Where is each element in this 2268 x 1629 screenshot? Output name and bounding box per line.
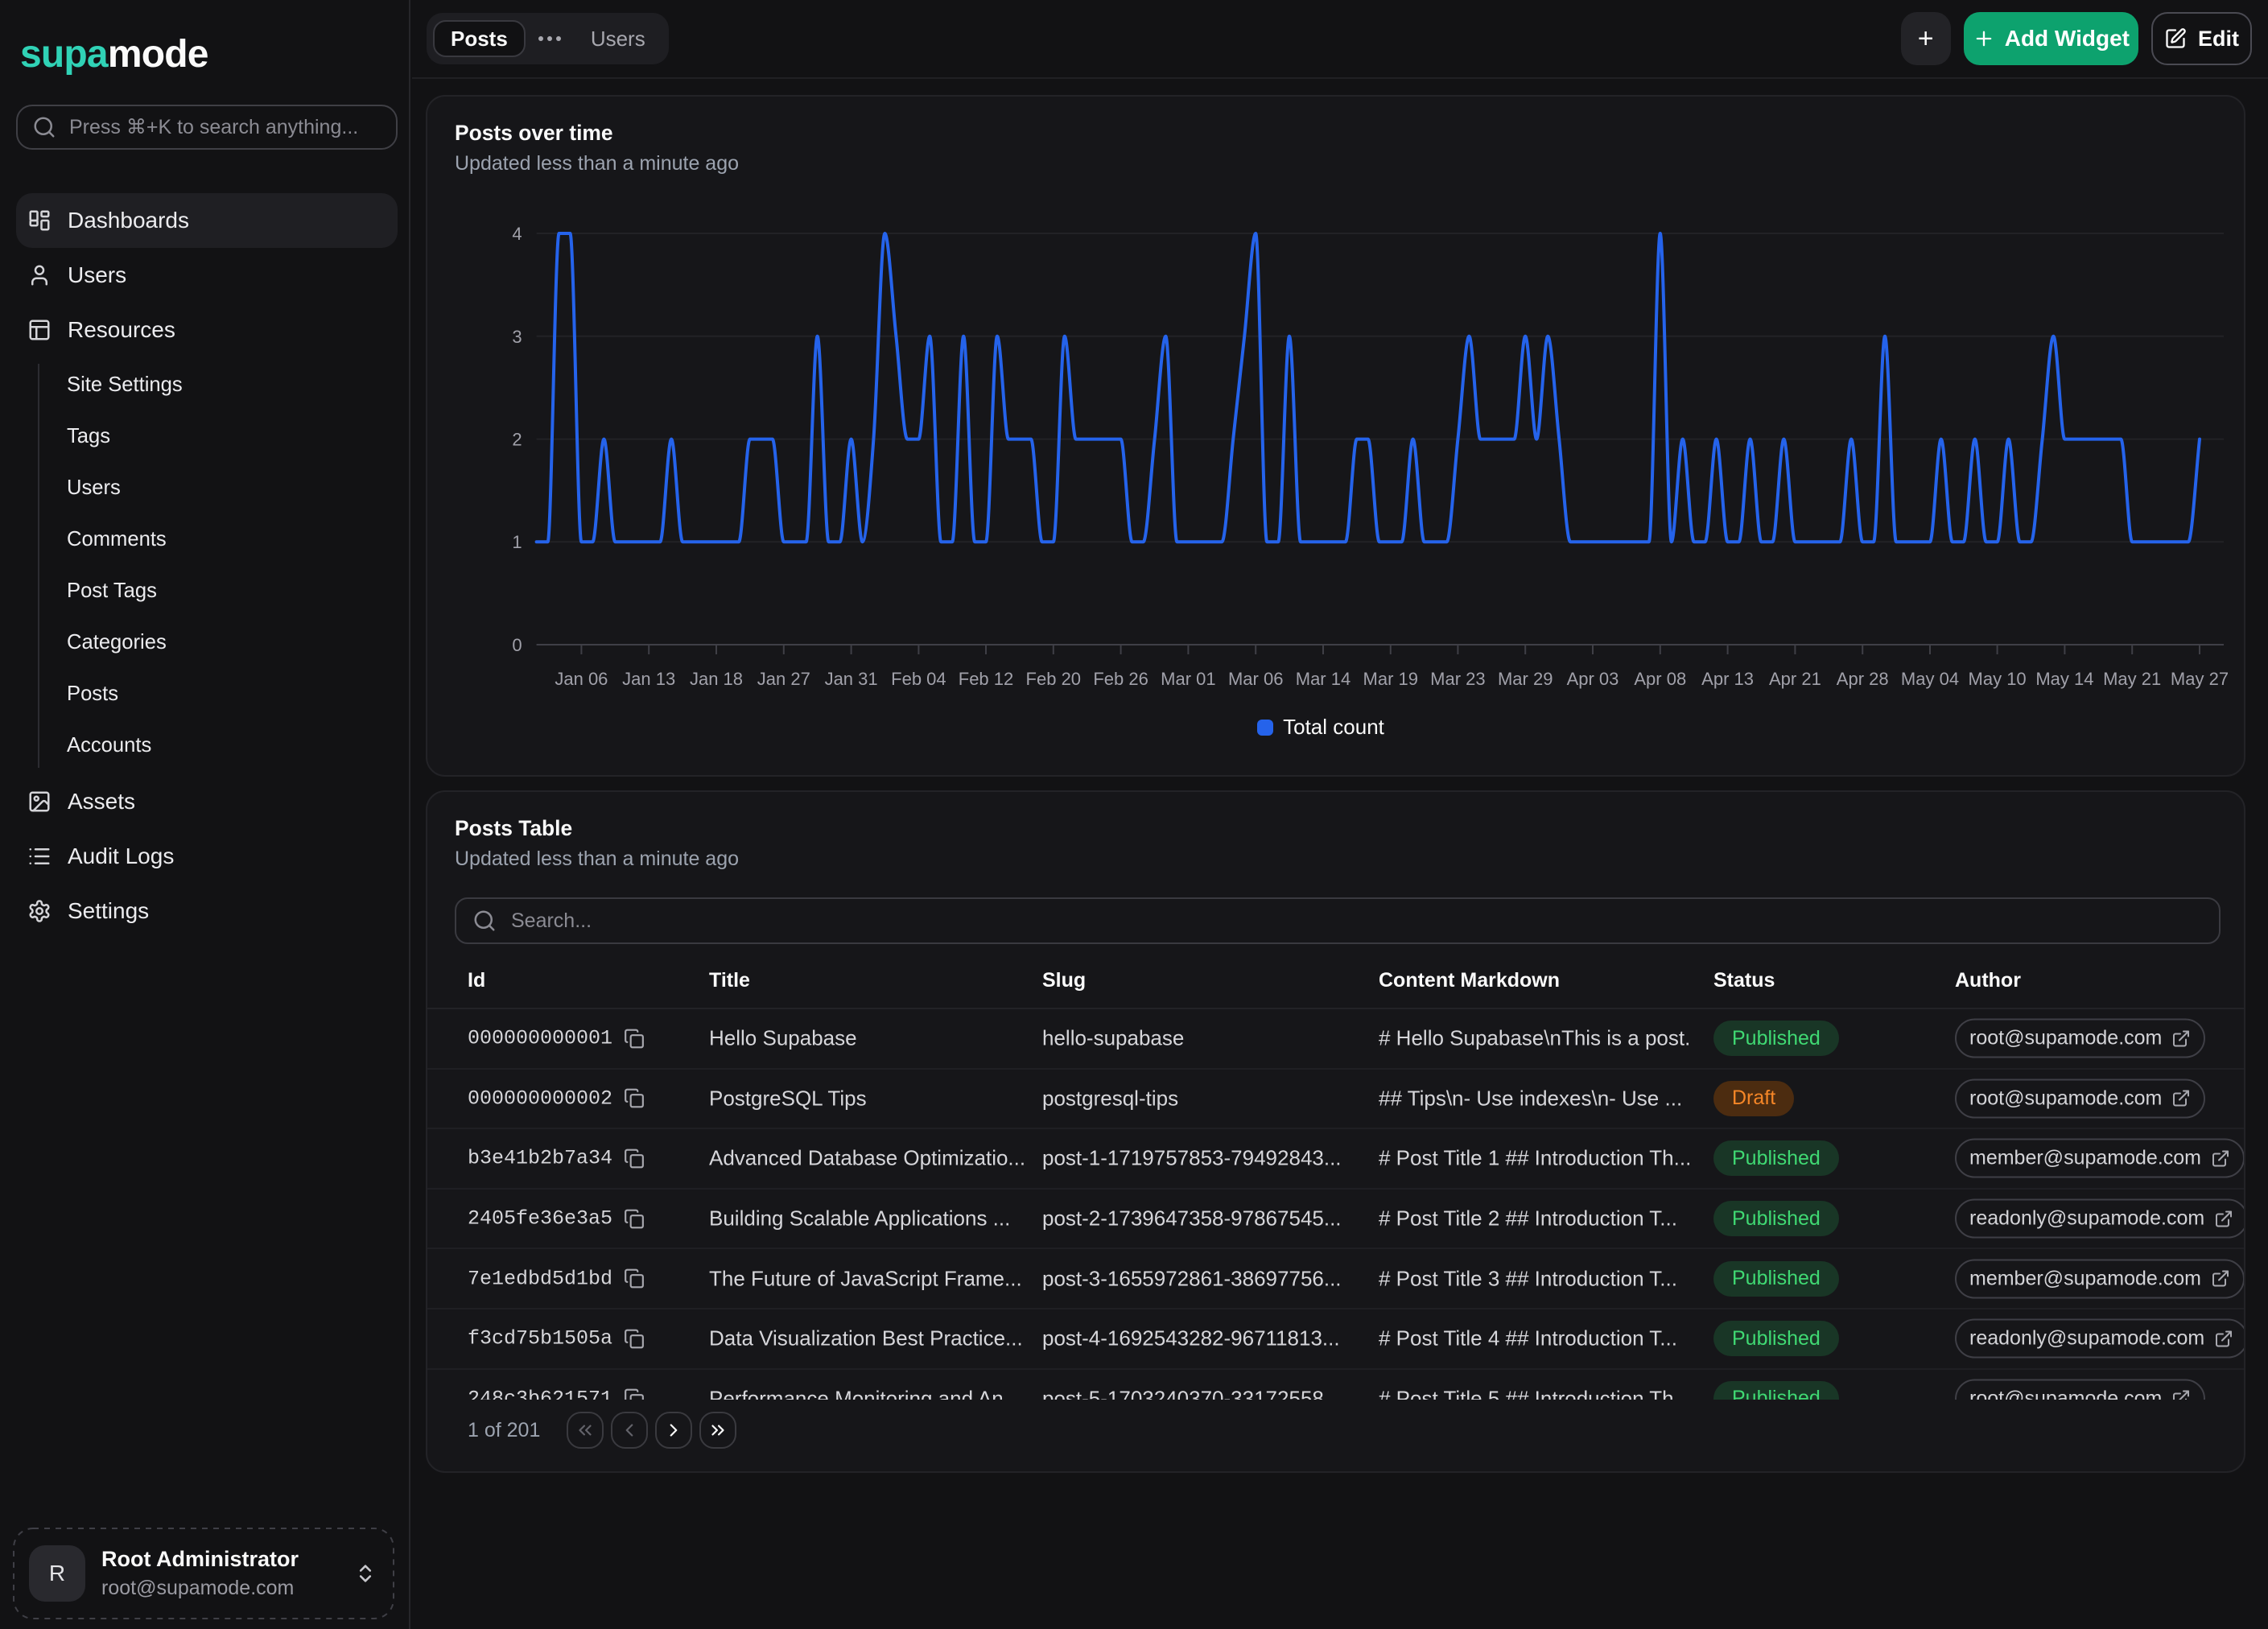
svg-text:Feb 20: Feb 20 (1026, 669, 1082, 689)
svg-text:May 10: May 10 (1969, 669, 2027, 689)
svg-text:Mar 01: Mar 01 (1161, 669, 1215, 689)
svg-text:4: 4 (512, 224, 522, 244)
svg-text:Feb 26: Feb 26 (1093, 669, 1148, 689)
svg-text:May 04: May 04 (1901, 669, 1959, 689)
svg-text:Mar 23: Mar 23 (1430, 669, 1485, 689)
svg-text:Apr 03: Apr 03 (1567, 669, 1619, 689)
svg-text:Feb 04: Feb 04 (891, 669, 946, 689)
svg-text:Feb 12: Feb 12 (959, 669, 1014, 689)
svg-text:May 14: May 14 (2035, 669, 2093, 689)
svg-text:Mar 29: Mar 29 (1498, 669, 1553, 689)
svg-text:May 21: May 21 (2103, 669, 2161, 689)
svg-text:1: 1 (512, 532, 522, 552)
svg-text:Apr 21: Apr 21 (1769, 669, 1821, 689)
svg-text:Apr 28: Apr 28 (1837, 669, 1889, 689)
svg-text:0: 0 (512, 635, 522, 655)
svg-text:Apr 08: Apr 08 (1634, 669, 1686, 689)
svg-text:Jan 27: Jan 27 (757, 669, 810, 689)
svg-text:Jan 18: Jan 18 (690, 669, 743, 689)
svg-text:Jan 31: Jan 31 (825, 669, 878, 689)
svg-text:Jan 13: Jan 13 (622, 669, 675, 689)
svg-text:May 27: May 27 (2171, 669, 2229, 689)
svg-text:Mar 14: Mar 14 (1296, 669, 1350, 689)
svg-text:Jan 06: Jan 06 (555, 669, 608, 689)
svg-text:3: 3 (512, 327, 522, 347)
svg-text:Mar 06: Mar 06 (1228, 669, 1283, 689)
svg-text:2: 2 (512, 430, 522, 450)
svg-text:Mar 19: Mar 19 (1363, 669, 1418, 689)
svg-text:Apr 13: Apr 13 (1701, 669, 1754, 689)
